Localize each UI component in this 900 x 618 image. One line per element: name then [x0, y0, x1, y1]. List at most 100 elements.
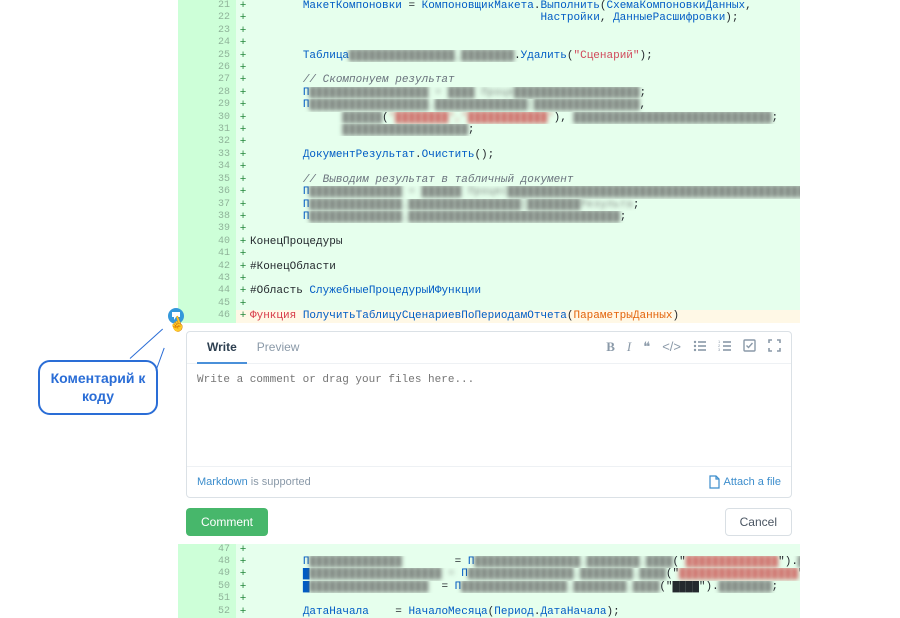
diff-marker: +: [236, 50, 250, 62]
line-number-new[interactable]: 23: [207, 25, 236, 37]
code-line: 30+ ██████("████████","████████████"), █…: [178, 112, 800, 124]
attach-file-button[interactable]: Attach a file: [708, 475, 781, 489]
line-number-old[interactable]: [178, 62, 207, 74]
line-number-old[interactable]: [178, 211, 207, 223]
diff-marker: +: [236, 25, 250, 37]
code-line: 22+ Настройки, ДанныеРасшифровки);: [178, 12, 800, 24]
line-number-old[interactable]: [178, 50, 207, 62]
line-number-old[interactable]: [178, 298, 207, 310]
line-number-new[interactable]: 42: [207, 261, 236, 273]
line-number-new[interactable]: 39: [207, 223, 236, 235]
line-number-old[interactable]: [178, 25, 207, 37]
line-number-old[interactable]: [178, 174, 207, 186]
line-number-new[interactable]: 22: [207, 12, 236, 24]
line-number-old[interactable]: [178, 273, 207, 285]
line-number-old[interactable]: [178, 99, 207, 111]
diff-marker: +: [236, 112, 250, 124]
diff-marker: +: [236, 568, 250, 580]
line-number-new[interactable]: 47: [207, 544, 236, 556]
diff-marker: +: [236, 211, 250, 223]
line-number-old[interactable]: [178, 248, 207, 260]
code-content: // Выводим результат в табличный докумен…: [250, 174, 800, 186]
line-number-new[interactable]: 24: [207, 37, 236, 49]
line-number-old[interactable]: [178, 112, 207, 124]
line-number-old[interactable]: [178, 186, 207, 198]
line-number-new[interactable]: 33: [207, 149, 236, 161]
line-number-new[interactable]: 27: [207, 74, 236, 86]
code-line: 29+ П██████████████████.██████████████(█…: [178, 99, 800, 111]
line-number-old[interactable]: [178, 199, 207, 211]
markdown-link[interactable]: Markdown: [197, 476, 248, 488]
line-number-old[interactable]: [178, 236, 207, 248]
line-number-new[interactable]: 35: [207, 174, 236, 186]
line-number-new[interactable]: 48: [207, 556, 236, 568]
line-number-new[interactable]: 31: [207, 124, 236, 136]
line-number-old[interactable]: [178, 568, 207, 580]
code-line: 32+: [178, 136, 800, 148]
line-number-new[interactable]: 41: [207, 248, 236, 260]
cancel-button[interactable]: Cancel: [725, 508, 792, 536]
line-number-new[interactable]: 28: [207, 87, 236, 99]
code-line: 41+: [178, 248, 800, 260]
line-number-old[interactable]: [178, 593, 207, 605]
line-number-new[interactable]: 44: [207, 285, 236, 297]
diff-marker: +: [236, 12, 250, 24]
line-number-old[interactable]: [178, 581, 207, 593]
line-number-new[interactable]: 50: [207, 581, 236, 593]
line-number-new[interactable]: 52: [207, 606, 236, 618]
fullscreen-icon[interactable]: [768, 339, 781, 355]
line-number-old[interactable]: [178, 556, 207, 568]
line-number-old[interactable]: [178, 74, 207, 86]
line-number-new[interactable]: 38: [207, 211, 236, 223]
quote-icon[interactable]: ❝: [643, 339, 650, 355]
line-number-new[interactable]: 25: [207, 50, 236, 62]
line-number-new[interactable]: 37: [207, 199, 236, 211]
tab-preview[interactable]: Preview: [247, 332, 310, 362]
diff-marker: +: [236, 87, 250, 99]
numbered-list-icon[interactable]: 123: [718, 339, 731, 355]
line-number-new[interactable]: 30: [207, 112, 236, 124]
line-number-old[interactable]: [178, 0, 207, 12]
line-number-old[interactable]: [178, 223, 207, 235]
line-number-old[interactable]: [178, 149, 207, 161]
line-number-new[interactable]: 49: [207, 568, 236, 580]
bullet-list-icon[interactable]: [693, 339, 706, 355]
code-content: ДатаНачала = НачалоМесяца(Период.ДатаНач…: [250, 606, 800, 618]
line-number-new[interactable]: 29: [207, 99, 236, 111]
line-number-new[interactable]: 26: [207, 62, 236, 74]
code-line: 35+ // Выводим результат в табличный док…: [178, 174, 800, 186]
comment-button[interactable]: Comment: [186, 508, 268, 536]
line-number-new[interactable]: 32: [207, 136, 236, 148]
line-number-old[interactable]: [178, 124, 207, 136]
line-number-old[interactable]: [178, 261, 207, 273]
line-number-old[interactable]: [178, 606, 207, 618]
line-number-old[interactable]: [178, 544, 207, 556]
bold-icon[interactable]: B: [606, 339, 615, 355]
line-number-old[interactable]: [178, 161, 207, 173]
diff-marker: +: [236, 285, 250, 297]
tasklist-icon[interactable]: [743, 339, 756, 355]
line-number-old[interactable]: [178, 285, 207, 297]
diff-marker: +: [236, 556, 250, 568]
line-number-new[interactable]: 46: [207, 310, 236, 322]
diff-marker: +: [236, 174, 250, 186]
line-number-new[interactable]: 21: [207, 0, 236, 12]
line-number-old[interactable]: [178, 12, 207, 24]
line-number-old[interactable]: [178, 37, 207, 49]
line-number-new[interactable]: 40: [207, 236, 236, 248]
line-number-old[interactable]: [178, 136, 207, 148]
line-number-new[interactable]: 51: [207, 593, 236, 605]
comment-textarea[interactable]: [197, 374, 781, 452]
code-line: 51+: [178, 593, 800, 605]
svg-text:3: 3: [718, 347, 721, 352]
code-icon[interactable]: </>: [662, 339, 681, 355]
line-number-new[interactable]: 34: [207, 161, 236, 173]
italic-icon[interactable]: I: [627, 339, 631, 355]
line-number-new[interactable]: 43: [207, 273, 236, 285]
line-number-new[interactable]: 36: [207, 186, 236, 198]
diff-marker: +: [236, 261, 250, 273]
code-content: █████████████████████ = П███████████████…: [250, 568, 800, 580]
line-number-old[interactable]: [178, 87, 207, 99]
line-number-new[interactable]: 45: [207, 298, 236, 310]
tab-write[interactable]: Write: [197, 332, 247, 364]
